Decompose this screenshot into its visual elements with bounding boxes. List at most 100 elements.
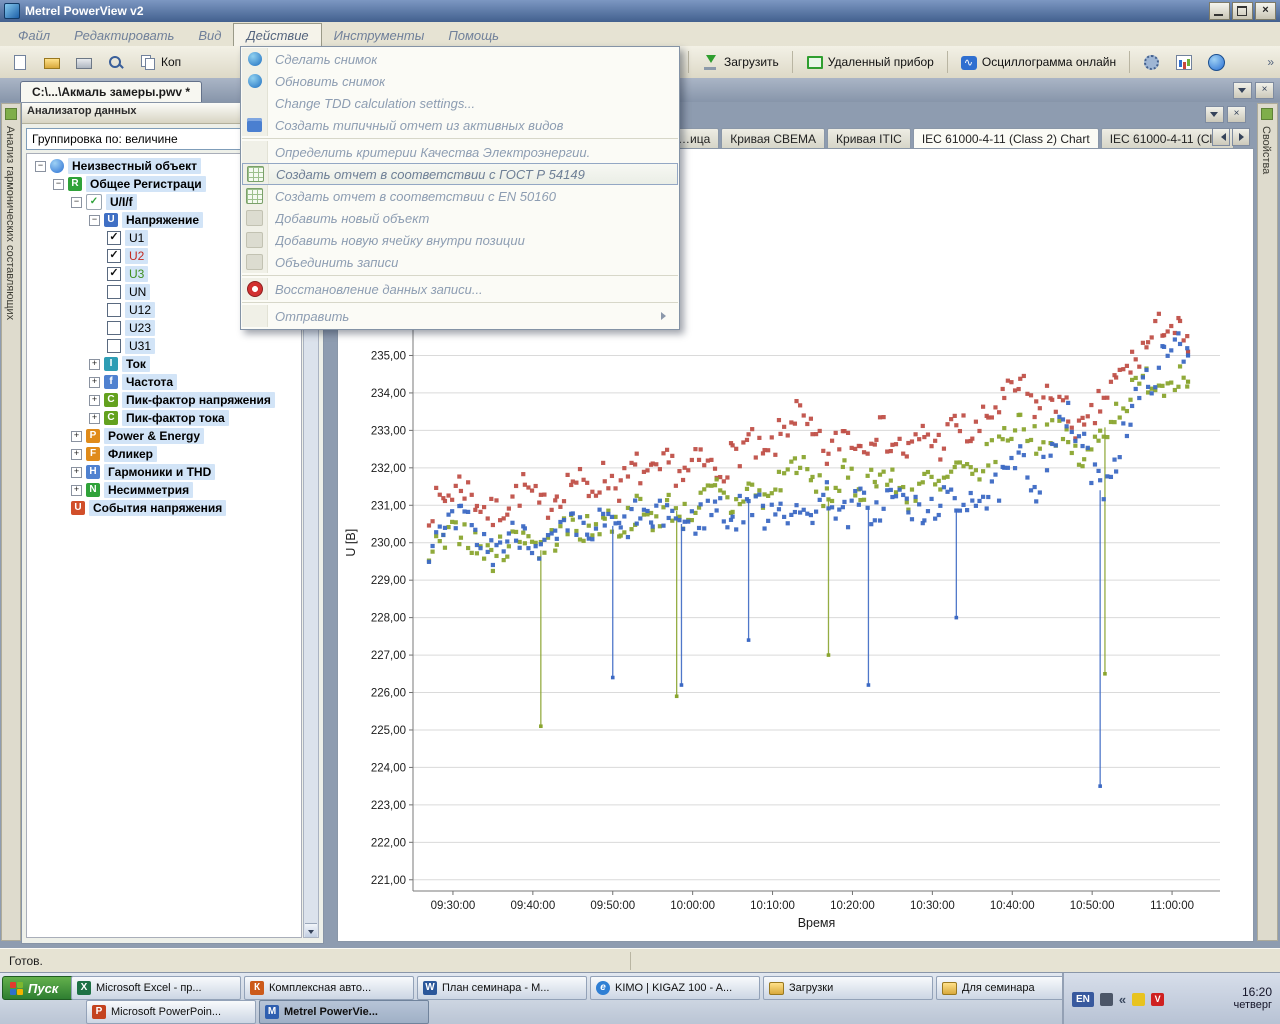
tree-item-17[interactable]: + Гармоники и THD <box>27 463 301 481</box>
tab-scroll-right-icon[interactable] <box>1232 128 1250 146</box>
tree-item-19[interactable]: События напряжения <box>27 499 301 517</box>
taskbar-row-2: Microsoft PowerPoin...Metrel PowerVie... <box>86 1000 429 1024</box>
chart-button[interactable] <box>1171 51 1197 73</box>
chart-menu-dropdown-icon[interactable] <box>1205 106 1224 123</box>
checkbox[interactable] <box>107 321 121 335</box>
expander-minus-icon[interactable]: − <box>53 179 64 190</box>
chart-tab-2[interactable]: Кривая ITIC <box>827 128 911 148</box>
action-menu-item-0[interactable]: Сделать снимок <box>242 48 678 70</box>
tree-item-12[interactable]: +Частота <box>27 373 301 391</box>
action-menu-item-1[interactable]: Обновить снимок <box>242 70 678 92</box>
toolbar-action-1[interactable]: Удаленный прибор <box>801 51 939 73</box>
app-icon-orange <box>250 981 264 995</box>
action-menu-item-5[interactable]: Определить критерии Качества Электроэнер… <box>242 141 678 163</box>
document-tab[interactable]: C:\...\Акмаль замеры.pwv * <box>20 81 202 102</box>
chart-tab-1[interactable]: Кривая СВЕМА <box>721 128 825 148</box>
tree-item-label: Гармоники и THD <box>104 464 215 480</box>
action-menu-item-7[interactable]: Создать отчет в соответствии с EN 50160 <box>242 185 678 207</box>
menu-item-5[interactable]: Помощь <box>436 24 511 46</box>
menu-item-1[interactable]: Редактировать <box>62 24 186 46</box>
task-button-microsoft-powerpoin-[interactable]: Microsoft PowerPoin... <box>86 1000 256 1024</box>
toolbar-button-1[interactable] <box>38 51 65 73</box>
checkbox[interactable]: ✓ <box>107 231 121 245</box>
checkbox[interactable]: ✓ <box>107 249 121 263</box>
globe-icon <box>50 159 64 173</box>
action-menu-item-3[interactable]: Создать типичный отчет из активных видов <box>242 114 678 136</box>
maximize-button[interactable] <box>1232 2 1253 20</box>
task-button-microsoft-excel-пр-[interactable]: Microsoft Excel - пр... <box>71 976 241 1000</box>
toolbar-action-0[interactable]: Загрузить <box>697 51 784 73</box>
chart-tab-3[interactable]: IEC 61000-4-11 (Class 2) Chart <box>913 128 1099 148</box>
tree-item-10[interactable]: U31 <box>27 337 301 355</box>
minimize-button[interactable] <box>1209 2 1230 20</box>
properties-panel-tab[interactable]: Свойства <box>1257 103 1278 941</box>
tree-item-14[interactable]: + Пик-фактор тока <box>27 409 301 427</box>
tree-item-13[interactable]: +Пик-фактор напряжения <box>27 391 301 409</box>
windows-flag-icon <box>10 982 16 988</box>
antivirus-icon[interactable] <box>1151 993 1164 1006</box>
tray-collapse-chevron-icon[interactable]: « <box>1119 992 1126 1007</box>
expander-minus-icon[interactable]: − <box>71 197 82 208</box>
expander-plus-icon[interactable]: + <box>71 449 82 460</box>
shield-icon[interactable] <box>1132 993 1145 1006</box>
start-button[interactable]: Пуск <box>2 976 82 1000</box>
language-indicator[interactable]: EN <box>1072 992 1094 1007</box>
menu-item-0[interactable]: Файл <box>6 24 62 46</box>
scroll-down-icon[interactable] <box>305 923 317 937</box>
close-document-icon[interactable]: × <box>1255 82 1274 99</box>
toolbar-overflow-chevron-icon[interactable]: » <box>1267 55 1274 69</box>
expander-plus-icon[interactable]: + <box>71 485 82 496</box>
menu-separator <box>242 138 678 139</box>
checkbox[interactable]: ✓ <box>107 267 121 281</box>
toolbar-button-3[interactable] <box>102 51 129 73</box>
tree-item-label: Пик-фактор тока <box>122 410 229 426</box>
expander-minus-icon[interactable]: − <box>35 161 46 172</box>
new-file-icon <box>11 54 28 70</box>
tree-item-15[interactable]: +Power & Energy <box>27 427 301 445</box>
menu-item-3[interactable]: Действие <box>233 23 321 46</box>
checkbox[interactable] <box>107 303 121 317</box>
status-bar: Готов. <box>0 948 1280 973</box>
checkbox[interactable] <box>107 285 121 299</box>
menu-item-2[interactable]: Вид <box>186 24 233 46</box>
power-icon <box>86 429 100 443</box>
task-button-metrel-powervie-[interactable]: Metrel PowerVie... <box>259 1000 429 1024</box>
task-button-kimo-kigaz-100-a-[interactable]: KIMO | KIGAZ 100 - A... <box>590 976 760 1000</box>
expander-plus-icon[interactable]: + <box>89 413 100 424</box>
keyboard-icon[interactable] <box>1100 993 1113 1006</box>
tree-item-label: U12 <box>125 302 155 318</box>
action-menu-item-2[interactable]: Change TDD calculation settings... <box>242 92 678 114</box>
tree-item-16[interactable]: +Фликер <box>27 445 301 463</box>
task-button-комплексная-авто-[interactable]: Комплексная авто... <box>244 976 414 1000</box>
web-button[interactable] <box>1203 51 1230 74</box>
action-menu-item-12[interactable]: Восстановление данных записи... <box>242 278 678 300</box>
toolbar-action-group: Загрузить Удаленный прибор Осциллограмма о… <box>686 46 1230 78</box>
task-button-план-семинара-m-[interactable]: План семинара - M... <box>417 976 587 1000</box>
close-button[interactable]: × <box>1255 2 1276 20</box>
expander-plus-icon[interactable]: + <box>71 467 82 478</box>
chart-close-icon[interactable]: × <box>1227 106 1246 123</box>
action-menu-item-8[interactable]: Добавить новый объект <box>242 207 678 229</box>
action-menu-item-14[interactable]: Отправить <box>242 305 678 327</box>
action-menu-item-6[interactable]: Создать отчет в соответствии с ГОСТ Р 54… <box>242 163 678 185</box>
checkbox[interactable] <box>107 339 121 353</box>
task-button-загрузки[interactable]: Загрузки <box>763 976 933 1000</box>
expander-plus-icon[interactable]: + <box>89 377 100 388</box>
expander-plus-icon[interactable]: + <box>89 359 100 370</box>
toolbar-button-2[interactable] <box>70 51 97 73</box>
menu-item-4[interactable]: Инструменты <box>322 24 437 46</box>
action-menu-item-10[interactable]: Объединить записи <box>242 251 678 273</box>
harmonics-panel-tab[interactable]: Анализ гармонических составляющих <box>1 103 21 941</box>
expander-plus-icon[interactable]: + <box>71 431 82 442</box>
action-menu-item-9[interactable]: Добавить новую ячейку внутри позиции <box>242 229 678 251</box>
gear-button[interactable] <box>1138 51 1165 73</box>
tab-list-dropdown-icon[interactable] <box>1233 82 1252 99</box>
tab-scroll-left-icon[interactable] <box>1212 128 1230 146</box>
tree-item-11[interactable]: +Ток <box>27 355 301 373</box>
toolbar-action-2[interactable]: Осциллограмма онлайн <box>956 52 1121 73</box>
toolbar-button-0[interactable] <box>6 51 33 73</box>
tree-item-18[interactable]: +Несимметрия <box>27 481 301 499</box>
copy-button[interactable]: Коп <box>134 51 186 73</box>
expander-minus-icon[interactable]: − <box>89 215 100 226</box>
expander-plus-icon[interactable]: + <box>89 395 100 406</box>
